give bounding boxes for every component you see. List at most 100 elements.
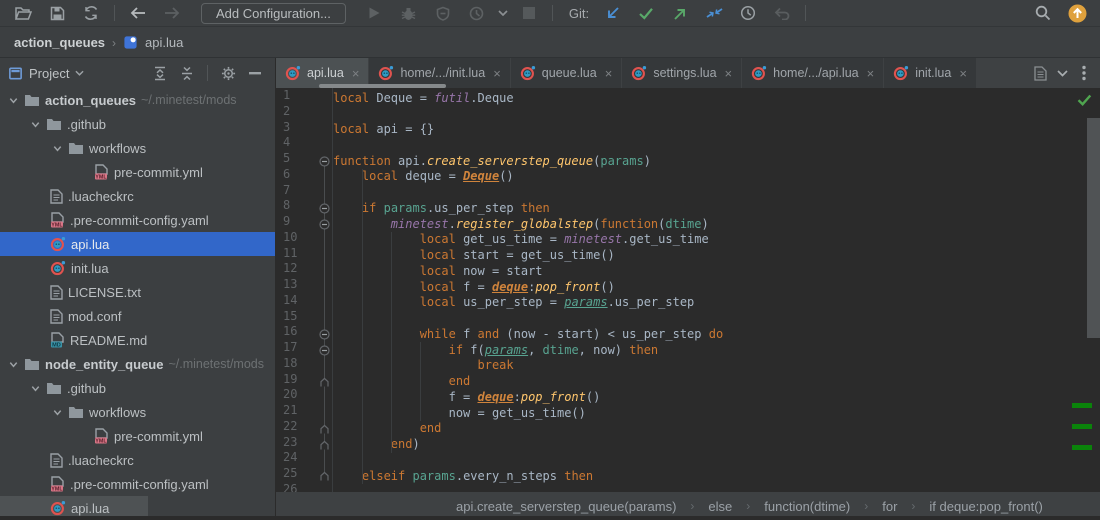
fold-collapse-icon[interactable] bbox=[319, 329, 330, 340]
collapse-all-icon[interactable] bbox=[180, 66, 194, 81]
hidden-tab-file-icon[interactable] bbox=[1034, 65, 1047, 81]
show-hidden-tabs-chevron-icon[interactable] bbox=[1057, 69, 1068, 77]
tree-item-label: LICENSE.txt bbox=[68, 284, 141, 300]
editor-tabs: api.lua × home/.../init.lua × queue.lua × sett… bbox=[276, 58, 1100, 88]
editor-tab-queue.lua[interactable]: queue.lua × bbox=[510, 58, 622, 88]
git-merge-icon[interactable] bbox=[701, 0, 727, 26]
editor-tab-home/.../api.lua[interactable]: home/.../api.lua × bbox=[742, 58, 884, 88]
tree-expand-chevron-icon[interactable] bbox=[52, 143, 63, 154]
tab-close-icon[interactable]: × bbox=[959, 66, 967, 81]
tree-item-.pre-commit-config.yaml[interactable]: YML .pre-commit-config.yaml bbox=[0, 472, 275, 496]
folder-icon bbox=[69, 407, 83, 418]
back-icon[interactable] bbox=[125, 0, 151, 26]
tree-item-pre-commit.yml[interactable]: YML pre-commit.yml bbox=[0, 424, 275, 448]
forward-icon[interactable] bbox=[159, 0, 185, 26]
breadcrumb-separator: › bbox=[112, 35, 117, 50]
tab-close-icon[interactable]: × bbox=[352, 66, 360, 81]
fold-collapse-icon[interactable] bbox=[319, 219, 330, 230]
yaml-file-icon: YML bbox=[51, 476, 64, 492]
line-number: 4 bbox=[283, 135, 291, 150]
tree-item-mod.conf[interactable]: mod.conf bbox=[0, 304, 275, 328]
fold-collapse-icon[interactable] bbox=[319, 156, 330, 167]
tree-item-README.md[interactable]: MD README.md bbox=[0, 328, 275, 352]
project-panel-title[interactable]: Project bbox=[29, 66, 69, 81]
tab-close-icon[interactable]: × bbox=[605, 66, 613, 81]
run-options-chevron-icon[interactable] bbox=[498, 10, 508, 16]
code-breadcrumb-item[interactable]: for bbox=[882, 499, 897, 514]
update-available-icon[interactable] bbox=[1064, 0, 1090, 26]
git-push-icon[interactable] bbox=[667, 0, 693, 26]
tree-item-label: .luacheckrc bbox=[68, 452, 134, 468]
tree-expand-chevron-icon[interactable] bbox=[30, 119, 41, 130]
code-line-16: while f and (now - start) < us_per_step … bbox=[419, 326, 724, 341]
search-everywhere-icon[interactable] bbox=[1030, 0, 1056, 26]
tree-expand-chevron-icon[interactable] bbox=[52, 407, 63, 418]
profiler-icon[interactable] bbox=[464, 0, 490, 26]
breadcrumb-project[interactable]: action_queues bbox=[14, 35, 105, 50]
hide-panel-icon[interactable] bbox=[249, 71, 261, 75]
breadcrumb-file[interactable]: api.lua bbox=[145, 35, 183, 50]
tree-item-api.lua[interactable]: api.lua bbox=[0, 232, 275, 256]
lua-file-icon bbox=[50, 501, 66, 516]
tree-item-.luacheckrc[interactable]: .luacheckrc bbox=[0, 448, 275, 472]
tree-item-label: .github bbox=[67, 380, 107, 396]
inspections-ok-icon[interactable] bbox=[1077, 94, 1092, 106]
coverage-icon[interactable] bbox=[430, 0, 456, 26]
tab-close-icon[interactable]: × bbox=[725, 66, 733, 81]
rollback-icon[interactable] bbox=[769, 0, 795, 26]
add-configuration-button[interactable]: Add Configuration... bbox=[201, 2, 346, 24]
tab-options-kebab-icon[interactable] bbox=[1078, 65, 1090, 81]
tree-item-.github[interactable]: .github bbox=[0, 112, 275, 136]
history-icon[interactable] bbox=[735, 0, 761, 26]
code-breadcrumb-item[interactable]: else bbox=[708, 499, 732, 514]
git-update-icon[interactable] bbox=[599, 0, 625, 26]
tree-expand-chevron-icon[interactable] bbox=[8, 95, 19, 106]
tree-expand-chevron-icon[interactable] bbox=[8, 359, 19, 370]
tree-item-.pre-commit-config.yaml[interactable]: YML .pre-commit-config.yaml bbox=[0, 208, 275, 232]
tree-item-.github[interactable]: .github bbox=[0, 376, 275, 400]
code-breadcrumb-item[interactable]: if deque:pop_front() bbox=[929, 499, 1042, 514]
tree-item-action_queues[interactable]: action_queues ~/.minetest/mods bbox=[0, 88, 275, 112]
tree-item-workflows[interactable]: workflows bbox=[0, 400, 275, 424]
bottom-edge bbox=[0, 516, 1100, 520]
editor-tab-settings.lua[interactable]: settings.lua × bbox=[622, 58, 742, 88]
code-breadcrumb-item[interactable]: function(dtime) bbox=[764, 499, 850, 514]
code-editor[interactable]: 1 2 3 4 5 6 7 8 9 10 11 12 13 14 15 16 17 18 19 20 21 22 23 24 2… bbox=[276, 88, 1100, 492]
tree-item-LICENSE.txt[interactable]: LICENSE.txt bbox=[0, 280, 275, 304]
settings-gear-icon[interactable] bbox=[221, 66, 236, 81]
fold-end-icon[interactable] bbox=[319, 424, 330, 435]
save-icon[interactable] bbox=[44, 0, 70, 26]
expand-all-icon[interactable] bbox=[153, 66, 167, 81]
toolbar-separator bbox=[805, 5, 807, 21]
tree-item-workflows[interactable]: workflows bbox=[0, 136, 275, 160]
fold-end-icon[interactable] bbox=[319, 377, 330, 388]
svg-text:YML: YML bbox=[95, 438, 107, 444]
debug-icon[interactable] bbox=[396, 0, 422, 26]
sync-icon[interactable] bbox=[78, 0, 104, 26]
tab-close-icon[interactable]: × bbox=[493, 66, 501, 81]
tab-close-icon[interactable]: × bbox=[867, 66, 875, 81]
tree-item-init.lua[interactable]: init.lua bbox=[0, 256, 275, 280]
editor-tab-init.lua[interactable]: init.lua × bbox=[884, 58, 976, 88]
open-folder-icon[interactable] bbox=[10, 0, 36, 26]
tree-item-.luacheckrc[interactable]: .luacheckrc bbox=[0, 184, 275, 208]
fold-collapse-icon[interactable] bbox=[319, 345, 330, 356]
fold-end-icon[interactable] bbox=[319, 471, 330, 482]
stop-icon[interactable] bbox=[516, 0, 542, 26]
tree-item-label: workflows bbox=[89, 404, 147, 420]
code-breadcrumb-item[interactable]: api.create_serverstep_queue(params) bbox=[456, 499, 676, 514]
git-commit-icon[interactable] bbox=[633, 0, 659, 26]
markdown-file-icon: MD bbox=[51, 332, 64, 348]
lua-file-icon bbox=[50, 237, 66, 252]
fold-end-icon[interactable] bbox=[319, 440, 330, 451]
run-icon[interactable] bbox=[362, 0, 388, 26]
code-lines: local Deque = futil.Deque local api = {} f… bbox=[333, 91, 1100, 493]
fold-collapse-icon[interactable] bbox=[319, 203, 330, 214]
editor-scrollbar[interactable] bbox=[1087, 118, 1100, 338]
project-views-chevron-icon[interactable] bbox=[75, 70, 85, 76]
svg-text:YML: YML bbox=[51, 486, 63, 492]
tree-item-node_entity_queue[interactable]: node_entity_queue ~/.minetest/mods bbox=[0, 352, 275, 376]
yaml-file-icon: YML bbox=[95, 164, 108, 180]
tree-expand-chevron-icon[interactable] bbox=[30, 383, 41, 394]
tree-item-pre-commit.yml[interactable]: YML pre-commit.yml bbox=[0, 160, 275, 184]
